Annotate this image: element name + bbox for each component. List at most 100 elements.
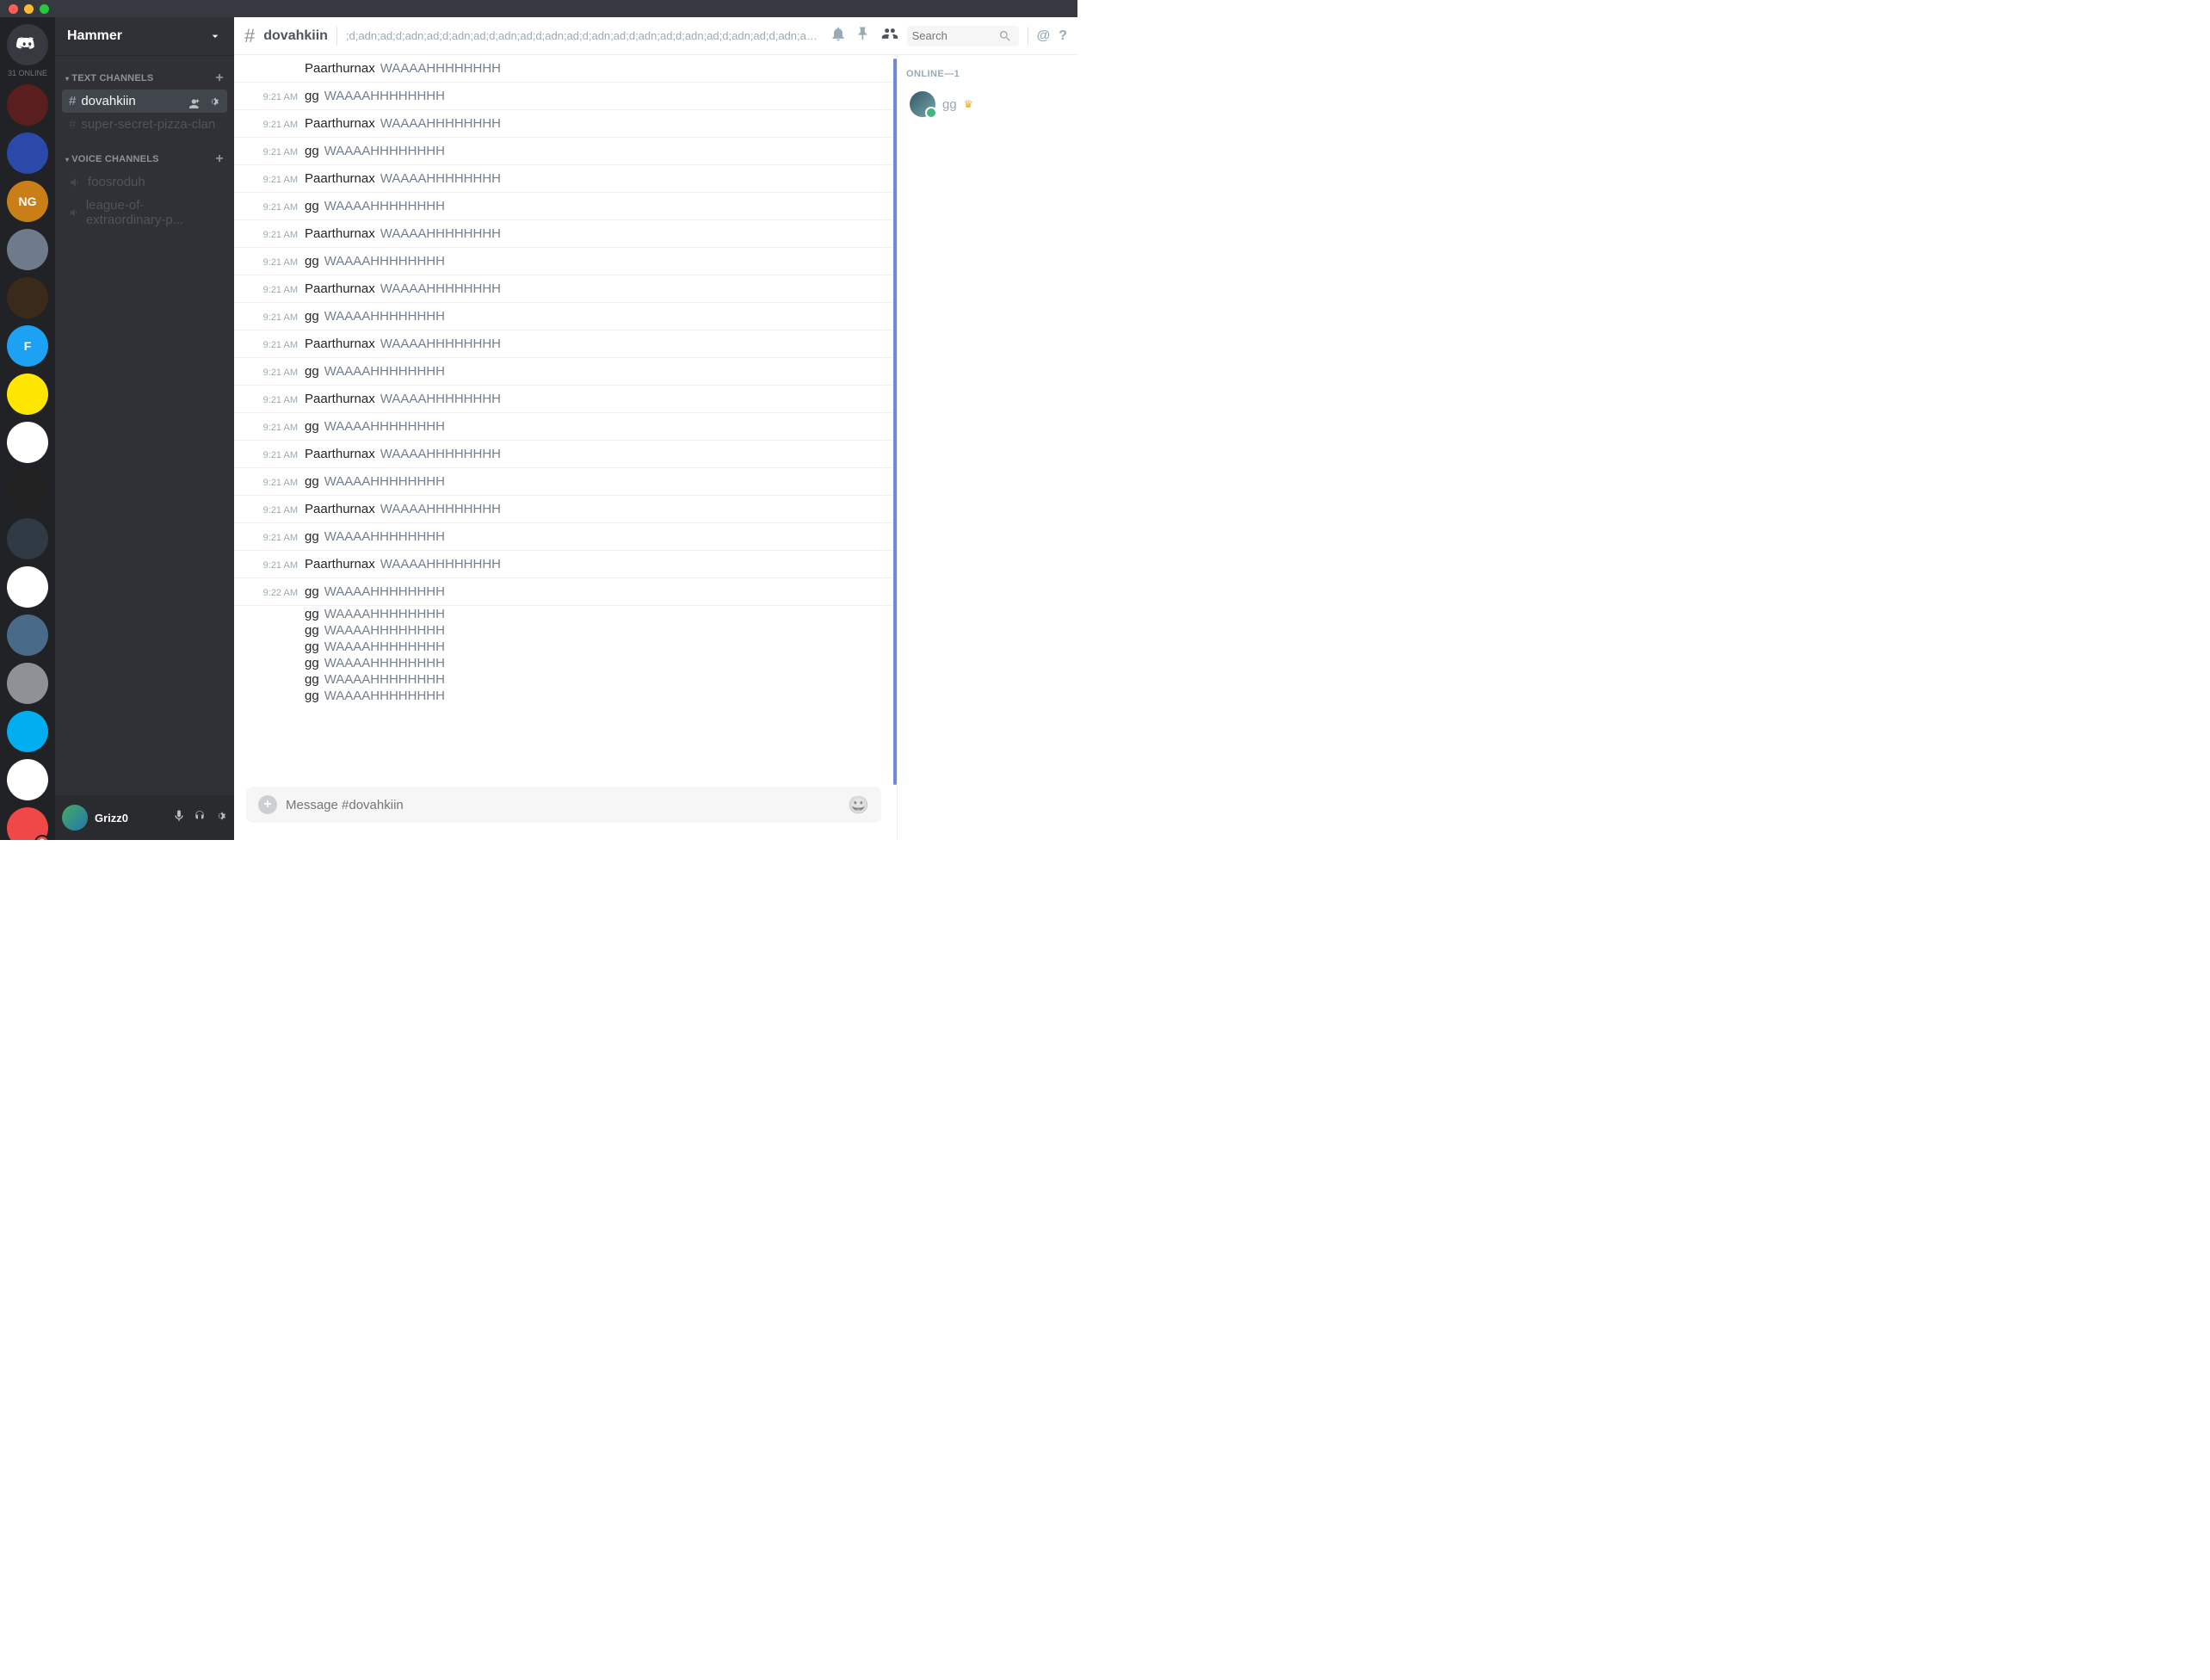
channel-topic[interactable]: ;d;adn;ad;d;adn;ad;d;adn;ad;d;adn;ad;d;a… (346, 29, 821, 42)
message-author[interactable]: Paarthurnax (305, 171, 375, 186)
home-button[interactable] (7, 24, 48, 65)
search-input[interactable] (912, 29, 998, 42)
message-text: WAAAAHHHHHHHH (324, 199, 445, 213)
emoji-picker-button[interactable]: 😀 (848, 794, 869, 816)
message-author[interactable]: gg (305, 607, 319, 621)
pinned-messages-button[interactable] (855, 25, 873, 46)
user-settings-button[interactable] (213, 809, 227, 827)
message-continuation: ggWAAAAHHHHHHHH (234, 688, 893, 704)
text-channel-super-secret-pizza-clan[interactable]: #super-secret-pizza-clan (62, 113, 227, 136)
voice-channels-header[interactable]: ▾VOICE CHANNELS + (62, 148, 227, 170)
server-header[interactable]: Hammer (55, 17, 234, 55)
message-text: WAAAAHHHHHHHH (380, 171, 501, 186)
message: 9:21 AMPaarthurnaxWAAAAHHHHHHHH (234, 496, 893, 523)
message-input[interactable] (286, 798, 839, 812)
message-author[interactable]: Paarthurnax (305, 61, 375, 76)
server-server-5[interactable] (7, 277, 48, 318)
message-text: WAAAAHHHHHHHH (380, 392, 501, 406)
server-server-9[interactable] (7, 470, 48, 511)
server-server-11[interactable] (7, 566, 48, 608)
server-server-12[interactable] (7, 615, 48, 656)
server-server-6[interactable]: F (7, 325, 48, 367)
notifications-button[interactable] (830, 25, 847, 46)
message-author[interactable]: gg (305, 584, 319, 599)
speaker-icon (69, 206, 81, 219)
minimize-window-button[interactable] (24, 4, 34, 14)
server-server-4[interactable] (7, 229, 48, 270)
help-button[interactable]: ? (1059, 28, 1067, 44)
text-channel-dovahkiin[interactable]: #dovahkiin (62, 90, 227, 113)
message: 9:22 AMggWAAAAHHHHHHHH (234, 578, 893, 606)
close-window-button[interactable] (9, 4, 18, 14)
message-timestamp: 9:21 AM (248, 533, 305, 543)
message-text: WAAAAHHHHHHHH (324, 474, 445, 489)
message-author[interactable]: gg (305, 419, 319, 434)
message: 9:21 AMggWAAAAHHHHHHHH (234, 83, 893, 110)
message-continuation: ggWAAAAHHHHHHHH (234, 655, 893, 671)
server-server-2[interactable] (7, 133, 48, 174)
message: 9:21 AMggWAAAAHHHHHHHH (234, 303, 893, 330)
message-author[interactable]: gg (305, 89, 319, 103)
message: 9:21 AMggWAAAAHHHHHHHH (234, 523, 893, 551)
message-scroller[interactable]: PaarthurnaxWAAAAHHHHHHHH9:21 AMggWAAAAHH… (234, 55, 893, 840)
message-timestamp: 9:21 AM (248, 92, 305, 102)
server-server-15[interactable] (7, 759, 48, 800)
message-author[interactable]: Paarthurnax (305, 502, 375, 516)
message-author[interactable]: Paarthurnax (305, 392, 375, 406)
message-author[interactable]: Paarthurnax (305, 226, 375, 241)
avatar (910, 91, 935, 117)
message-continuation: ggWAAAAHHHHHHHH (234, 671, 893, 688)
message-author[interactable]: gg (305, 656, 319, 670)
message: 9:21 AMPaarthurnaxWAAAAHHHHHHHH (234, 441, 893, 468)
message-author[interactable]: gg (305, 689, 319, 703)
window-titlebar (0, 0, 1077, 17)
message-author[interactable]: gg (305, 474, 319, 489)
message-author[interactable]: Paarthurnax (305, 447, 375, 461)
deafen-button[interactable] (193, 809, 207, 827)
server-server-8[interactable] (7, 422, 48, 463)
text-channels-header[interactable]: ▾TEXT CHANNELS + (62, 67, 227, 90)
mute-mic-button[interactable] (172, 809, 186, 827)
mentions-button[interactable]: @ (1037, 28, 1051, 44)
server-server-16[interactable]: 3 (7, 807, 48, 840)
add-channel-button[interactable]: + (215, 71, 224, 86)
channel-label: league-of-extraordinary-p... (86, 198, 220, 227)
message-author[interactable]: Paarthurnax (305, 116, 375, 131)
hash-icon: # (244, 25, 255, 47)
message-author[interactable]: gg (305, 309, 319, 324)
server-server-1[interactable] (7, 84, 48, 126)
voice-channel-foosroduh[interactable]: foosroduh (62, 170, 227, 194)
message-timestamp: 9:21 AM (248, 423, 305, 433)
invite-icon[interactable] (188, 95, 201, 108)
message-timestamp: 9:21 AM (248, 257, 305, 268)
voice-channel-league-of-extraordinary-p...[interactable]: league-of-extraordinary-p... (62, 194, 227, 232)
message-author[interactable]: gg (305, 199, 319, 213)
message-author[interactable]: gg (305, 672, 319, 687)
message-author[interactable]: gg (305, 144, 319, 158)
message-author[interactable]: gg (305, 623, 319, 638)
server-server-3[interactable]: NG (7, 181, 48, 222)
member-gg[interactable]: gg♛ (906, 88, 1069, 120)
server-server-7[interactable] (7, 374, 48, 415)
search-box[interactable] (907, 26, 1019, 46)
server-server-13[interactable] (7, 663, 48, 704)
gear-icon[interactable] (207, 95, 220, 108)
message-author[interactable]: gg (305, 364, 319, 379)
self-avatar[interactable] (62, 805, 88, 831)
message-compose: + 😀 (246, 787, 881, 823)
attach-button[interactable]: + (258, 795, 277, 814)
add-voice-channel-button[interactable]: + (215, 151, 224, 167)
message-author[interactable]: Paarthurnax (305, 281, 375, 296)
message-author[interactable]: Paarthurnax (305, 557, 375, 571)
server-server-14[interactable] (7, 711, 48, 752)
server-server-10[interactable] (7, 518, 48, 559)
chevron-down-icon (208, 29, 222, 43)
member-list-button[interactable] (881, 25, 898, 46)
message-author[interactable]: Paarthurnax (305, 337, 375, 351)
message-author[interactable]: gg (305, 639, 319, 654)
message-text: WAAAAHHHHHHHH (324, 309, 445, 324)
message: 9:21 AMPaarthurnaxWAAAAHHHHHHHH (234, 275, 893, 303)
message-author[interactable]: gg (305, 529, 319, 544)
message-author[interactable]: gg (305, 254, 319, 269)
zoom-window-button[interactable] (40, 4, 49, 14)
